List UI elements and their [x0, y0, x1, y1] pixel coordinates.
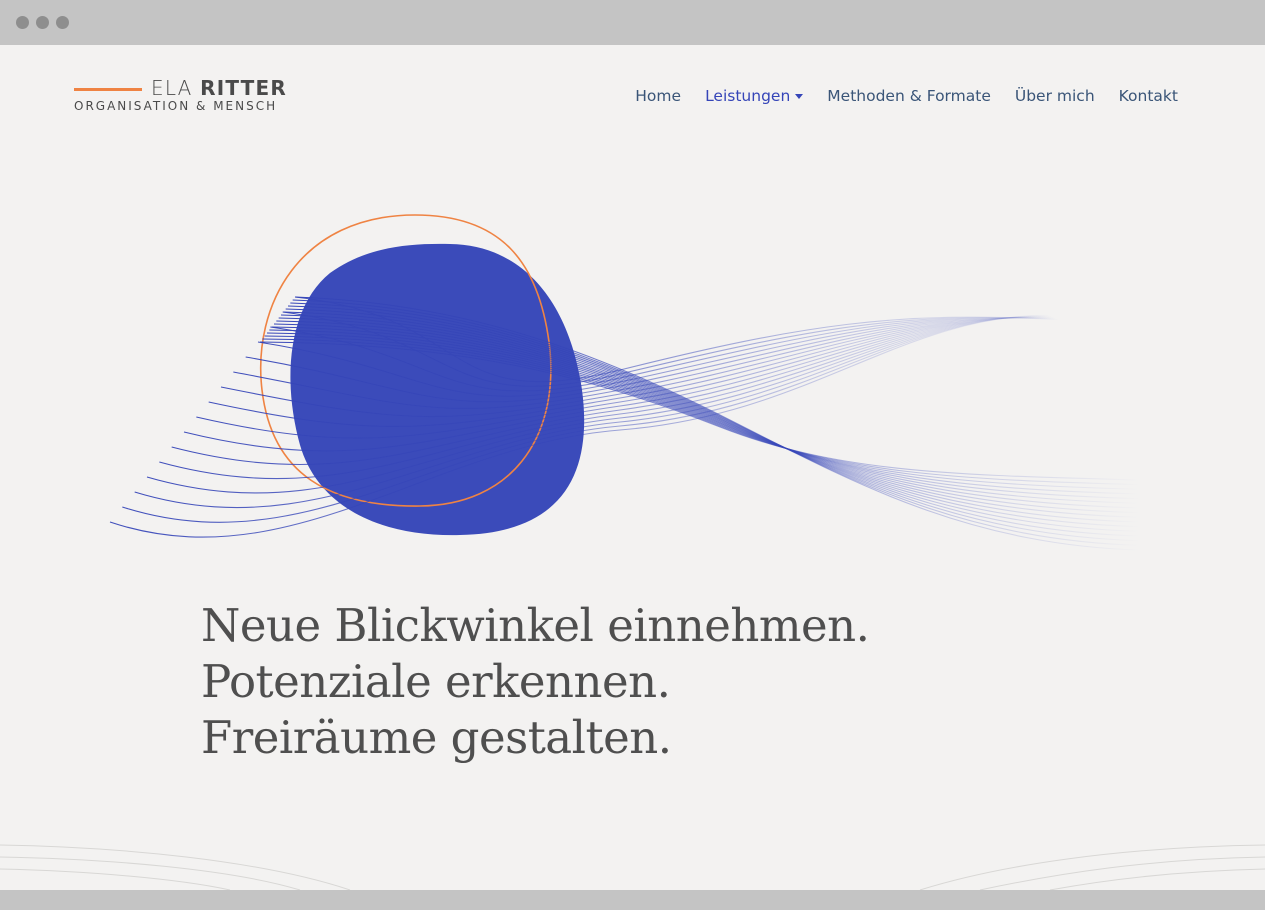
window-chrome: [0, 0, 1265, 45]
window-close-icon[interactable]: [16, 16, 29, 29]
bottom-wave-decoration: [0, 844, 1265, 890]
page: ELA RITTER ORGANISATION & MENSCH Home Le…: [0, 45, 1265, 890]
wave-lines-right-rising: [109, 296, 1061, 538]
hero-line-2: Potenziale erkennen.: [201, 655, 671, 708]
blue-blob-shape: [290, 243, 585, 536]
bottom-bar: [0, 890, 1265, 910]
hero-line-1: Neue Blickwinkel einnehmen.: [201, 599, 870, 652]
window-minimize-icon[interactable]: [36, 16, 49, 29]
window-maximize-icon[interactable]: [56, 16, 69, 29]
hero-illustration: [109, 214, 1141, 551]
hero-line-3: Freiräume gestalten.: [201, 711, 672, 764]
hero-headline: Neue Blickwinkel einnehmen. Potenziale e…: [201, 598, 870, 766]
